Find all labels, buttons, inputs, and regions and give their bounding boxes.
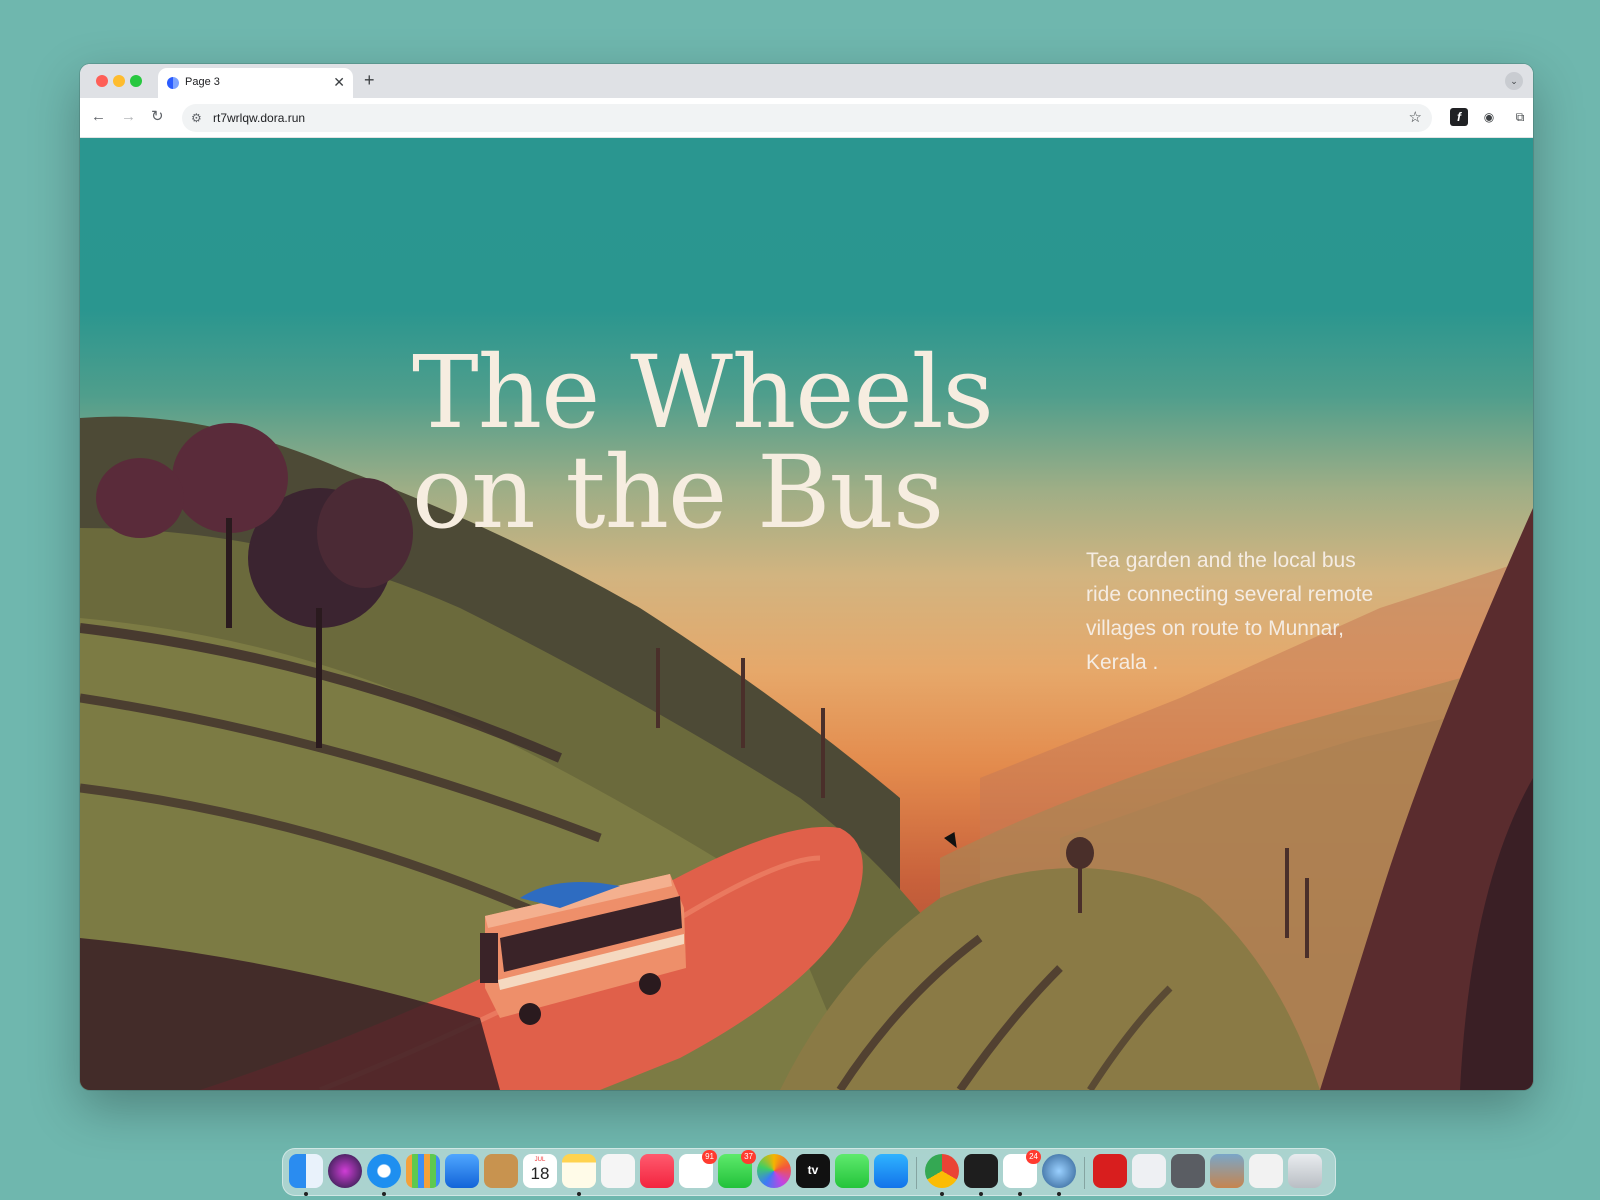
hero-description: Tea garden and the local bus ride connec… — [1086, 549, 1374, 674]
facetime-icon[interactable] — [835, 1154, 869, 1188]
acrobat-icon[interactable] — [1093, 1154, 1127, 1188]
finder-icon[interactable] — [289, 1154, 323, 1188]
reload-icon[interactable]: ↻ — [151, 108, 164, 126]
bookmark-star-icon[interactable]: ☆ — [1409, 109, 1422, 127]
slack-running-dot — [1018, 1192, 1022, 1196]
figma-icon[interactable] — [964, 1154, 998, 1188]
messages-icon[interactable]: 37 — [718, 1150, 756, 1188]
url-text[interactable]: rt7wrlqw.dora.run — [213, 111, 305, 125]
window-close-button[interactable] — [96, 75, 108, 87]
calendar-icon[interactable]: JUL 18 — [523, 1154, 557, 1188]
recent-window-thumbnail[interactable] — [1210, 1154, 1244, 1188]
freeform-icon[interactable] — [601, 1154, 635, 1188]
tab-search-icon[interactable]: ⌄ — [1505, 72, 1523, 90]
fx-extension-icon[interactable]: f — [1450, 108, 1468, 126]
contacts-icon[interactable] — [484, 1154, 518, 1188]
new-tab-button[interactable]: + — [364, 70, 375, 90]
reminders-icon[interactable]: 91 — [679, 1150, 717, 1188]
camera-extension-icon[interactable]: ◉ — [1480, 108, 1498, 126]
quicktime-icon[interactable] — [1042, 1154, 1076, 1188]
page-viewport: The Wheels on the Bus Tea garden and the… — [80, 138, 1533, 1090]
reminders-badge: 91 — [702, 1150, 717, 1164]
site-settings-icon[interactable]: ⚙ — [191, 111, 202, 125]
hero-title-line-1: The Wheels — [412, 334, 994, 451]
launchpad-icon[interactable] — [406, 1154, 440, 1188]
notes-running-dot — [577, 1192, 581, 1196]
recent-window-thumbnail[interactable] — [1171, 1154, 1205, 1188]
tab-page-3[interactable]: Page 3 ✕ — [158, 68, 353, 98]
back-arrow-icon[interactable]: ← — [91, 108, 106, 126]
messages-badge: 37 — [741, 1150, 756, 1164]
calendar-day: 18 — [530, 1164, 550, 1183]
finder-running-dot — [304, 1192, 308, 1196]
browser-window: Page 3 ✕ + ⌄ ← → ↻ ⚙ rt7wrlqw.dora.run ☆… — [80, 64, 1533, 1090]
appstore-icon[interactable] — [874, 1154, 908, 1188]
chrome-running-dot — [940, 1192, 944, 1196]
extensions-puzzle-icon[interactable]: ⧉ — [1511, 108, 1529, 126]
address-bar[interactable]: ⚙ rt7wrlqw.dora.run ☆ — [182, 104, 1432, 132]
siri-icon[interactable] — [328, 1154, 362, 1188]
hero-title: The Wheels on the Bus — [412, 334, 994, 551]
music-icon[interactable] — [640, 1154, 674, 1188]
window-maximize-button[interactable] — [130, 75, 142, 87]
recent-window-thumbnail[interactable] — [1249, 1154, 1283, 1188]
notes-icon[interactable] — [562, 1154, 596, 1188]
dora-favicon-icon — [167, 77, 179, 89]
figma-running-dot — [979, 1192, 983, 1196]
dock-separator — [916, 1157, 917, 1189]
recent-window-thumbnail[interactable] — [1132, 1154, 1166, 1188]
browser-toolbar: ← → ↻ ⚙ rt7wrlqw.dora.run ☆ f ◉ ⧉ ✿ ⋮ — [80, 98, 1533, 138]
tab-bar: Page 3 ✕ + ⌄ — [80, 64, 1533, 98]
trash-icon[interactable] — [1288, 1154, 1322, 1188]
quicktime-running-dot — [1057, 1192, 1061, 1196]
window-minimize-button[interactable] — [113, 75, 125, 87]
appletv-label: tv — [807, 1163, 819, 1177]
safari-icon[interactable] — [367, 1154, 401, 1188]
photos-icon[interactable] — [757, 1154, 791, 1188]
slack-icon[interactable]: 24 — [1003, 1150, 1041, 1188]
macos-dock: JUL 18 91 37 tv 24 — [282, 1148, 1336, 1196]
tab-close-button[interactable]: ✕ — [333, 73, 345, 91]
chrome-icon[interactable] — [925, 1154, 959, 1188]
mail-icon[interactable] — [445, 1154, 479, 1188]
forward-arrow-icon[interactable]: → — [121, 108, 136, 126]
hero-title-line-2: on the Bus — [412, 434, 944, 551]
tab-title: Page 3 — [185, 76, 220, 88]
appletv-icon[interactable]: tv — [796, 1154, 830, 1188]
slack-badge: 24 — [1026, 1150, 1041, 1164]
safari-running-dot — [382, 1192, 386, 1196]
dock-separator — [1084, 1157, 1085, 1189]
calendar-month: JUL — [534, 1157, 546, 1163]
